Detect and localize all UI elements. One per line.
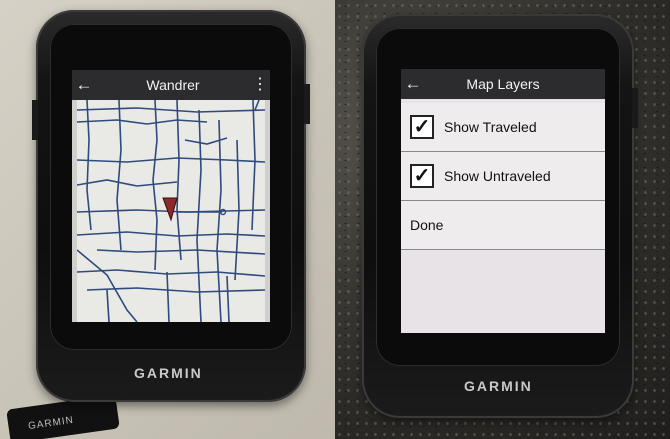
side-button [304, 84, 310, 124]
left-screen: ← Wandrer ⋮ [72, 70, 270, 322]
back-arrow-icon[interactable]: ← [401, 74, 425, 94]
done-label: Done [410, 217, 444, 233]
layer-option-untraveled[interactable]: ✓ Show Untraveled [401, 152, 605, 201]
brand-logo: GARMIN [464, 378, 533, 394]
done-button[interactable]: Done [401, 201, 605, 250]
checkbox-checked-icon[interactable]: ✓ [410, 115, 434, 139]
side-button [632, 88, 638, 128]
screen-title: Wandrer [146, 77, 200, 93]
more-vertical-icon[interactable]: ⋮ [250, 77, 270, 93]
title-bar: ← Wandrer ⋮ [72, 70, 270, 100]
side-button [32, 100, 38, 140]
street-map [76, 99, 266, 322]
checkbox-checked-icon[interactable]: ✓ [410, 164, 434, 188]
map-view[interactable] [76, 99, 266, 322]
brand-logo: GARMIN [134, 365, 203, 381]
right-screen: ← Map Layers ✓ Show Traveled ✓ Show Untr… [401, 69, 605, 333]
screen-title: Map Layers [466, 76, 540, 92]
option-label: Show Traveled [444, 119, 537, 135]
back-arrow-icon[interactable]: ← [72, 75, 96, 95]
title-bar: ← Map Layers [401, 69, 605, 99]
option-label: Show Untraveled [444, 168, 551, 184]
layer-option-traveled[interactable]: ✓ Show Traveled [401, 103, 605, 152]
